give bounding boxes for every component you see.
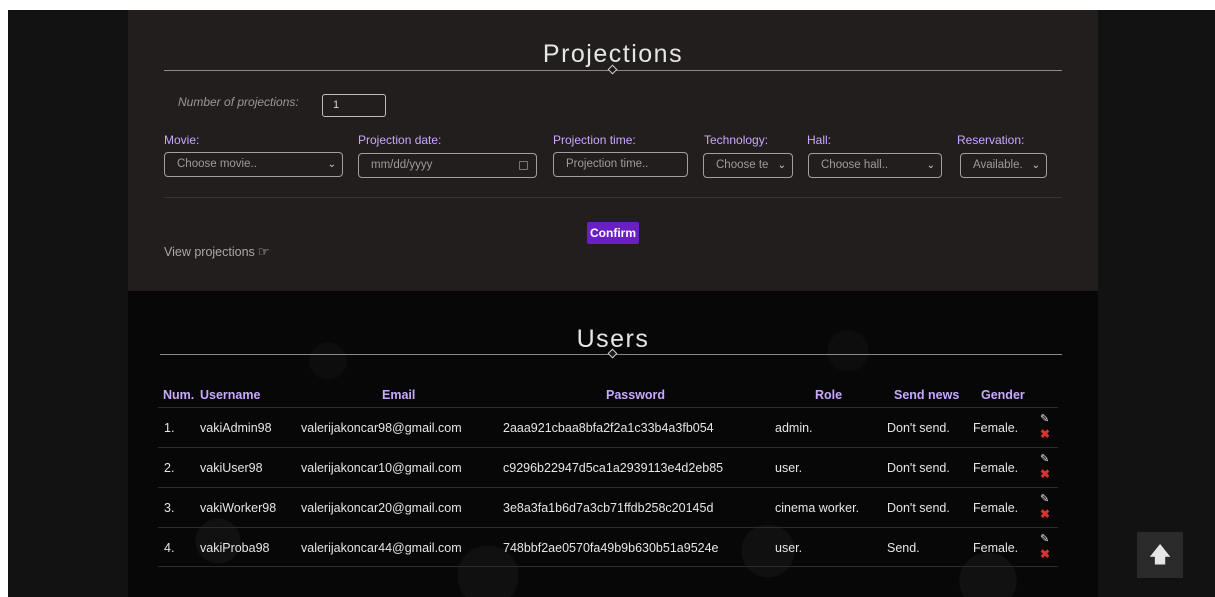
delete-icon[interactable]: ✖: [1040, 507, 1050, 521]
cell-send-news: Don't send.: [887, 501, 950, 515]
cell-username: vakiProba98: [200, 541, 270, 555]
number-of-projections-label: Number of projections:: [178, 95, 299, 109]
cell-username: vakiWorker98: [200, 501, 277, 515]
reservation-select[interactable]: Available. ⌄: [960, 153, 1047, 178]
view-projections-link[interactable]: View projections ☞: [164, 244, 269, 260]
cell-gender: Female.: [973, 461, 1019, 475]
projection-date-placeholder: mm/dd/yyyy: [371, 159, 433, 171]
confirm-button[interactable]: Confirm: [587, 222, 639, 244]
cell-email: valerijakoncar10@gmail.com: [301, 461, 462, 475]
cell-role: user.: [775, 541, 803, 555]
table-row: 3. vakiWorker98 valerijakoncar20@gmail.c…: [158, 487, 1058, 527]
delete-icon[interactable]: ✖: [1040, 427, 1050, 441]
table-row: 1. vakiAdmin98 valerijakoncar98@gmail.co…: [158, 407, 1058, 447]
col-num-header: Num.: [163, 388, 195, 402]
col-email-header: Email: [382, 388, 416, 402]
movie-select[interactable]: Choose movie.. ⌄: [164, 152, 343, 177]
cell-email: valerijakoncar20@gmail.com: [301, 501, 462, 515]
table-row: 2. vakiUser98 valerijakoncar10@gmail.com…: [158, 447, 1058, 487]
projection-time-placeholder: Projection time..: [566, 158, 649, 170]
chevron-down-icon: ⌄: [926, 160, 935, 171]
projection-time-input[interactable]: Projection time..: [553, 152, 688, 177]
col-gender-header: Gender: [981, 388, 1025, 402]
delete-icon[interactable]: ✖: [1040, 467, 1050, 481]
cell-password: 2aaa921cbaa8bfa2f2a1c33b4a3fb054: [503, 421, 714, 435]
technology-label: Technology:: [704, 133, 769, 147]
cell-password: c9296b22947d5ca1a2939113e4d2eb85: [503, 461, 724, 475]
cell-num: 2.: [164, 461, 175, 475]
reservation-select-value: Available.: [973, 159, 1023, 171]
view-projections-label: View projections: [164, 245, 255, 259]
col-username-header: Username: [200, 388, 261, 402]
cell-username: vakiUser98: [200, 461, 263, 475]
cell-role: admin.: [775, 421, 813, 435]
projections-panel: Projections Number of projections: 1 Mov…: [128, 10, 1098, 291]
movie-label: Movie:: [164, 133, 200, 147]
cell-num: 1.: [164, 421, 175, 435]
cell-gender: Female.: [973, 421, 1019, 435]
projection-date-label: Projection date:: [358, 133, 442, 147]
hall-select[interactable]: Choose hall.. ⌄: [808, 153, 942, 178]
col-role-header: Role: [815, 388, 843, 402]
cell-num: 3.: [164, 501, 175, 515]
table-row: 4. vakiProba98 valerijakoncar44@gmail.co…: [158, 527, 1058, 567]
col-password-header: Password: [606, 388, 666, 402]
projection-time-label: Projection time:: [553, 133, 636, 147]
hall-select-placeholder: Choose hall..: [821, 159, 889, 171]
movie-select-placeholder: Choose movie..: [177, 158, 257, 170]
chevron-down-icon: ⌄: [1031, 160, 1040, 171]
cell-num: 4.: [164, 541, 175, 555]
technology-select-placeholder: Choose te: [716, 159, 769, 171]
edit-icon[interactable]: ✎: [1040, 532, 1049, 545]
number-of-projections-input[interactable]: 1: [322, 94, 386, 117]
cell-send-news: Send.: [887, 541, 920, 555]
form-divider: [164, 197, 1062, 198]
hand-pointer-icon: ☞: [257, 244, 270, 259]
cell-email: valerijakoncar98@gmail.com: [301, 421, 462, 435]
cell-send-news: Don't send.: [887, 421, 950, 435]
cell-role: user.: [775, 461, 803, 475]
technology-select[interactable]: Choose te ⌄: [703, 153, 793, 178]
chevron-down-icon: ⌄: [327, 159, 336, 170]
cell-send-news: Don't send.: [887, 461, 950, 475]
cell-gender: Female.: [973, 501, 1019, 515]
cell-password: 3e8a3fa1b6d7a3cb71ffdb258c20145d: [503, 501, 714, 515]
edit-icon[interactable]: ✎: [1040, 452, 1049, 465]
edit-icon[interactable]: ✎: [1040, 412, 1049, 425]
delete-icon[interactable]: ✖: [1040, 547, 1050, 561]
hall-label: Hall:: [807, 133, 832, 147]
users-panel: Users Num. Username Email Password Role …: [128, 291, 1098, 597]
cell-password: 748bbf2ae0570fa49b9b630b51a9524e: [503, 541, 719, 555]
cell-email: valerijakoncar44@gmail.com: [301, 541, 462, 555]
cell-username: vakiAdmin98: [200, 421, 272, 435]
calendar-icon[interactable]: [519, 161, 528, 170]
scroll-to-top-button[interactable]: 🡅: [1137, 532, 1183, 578]
chevron-down-icon: ⌄: [777, 160, 786, 171]
page-frame: Projections Number of projections: 1 Mov…: [8, 10, 1215, 597]
cell-role: cinema worker.: [775, 501, 860, 515]
cell-gender: Female.: [973, 541, 1019, 555]
projection-date-input[interactable]: mm/dd/yyyy: [358, 153, 537, 178]
edit-icon[interactable]: ✎: [1040, 492, 1049, 505]
arrow-up-icon: 🡅: [1148, 542, 1172, 567]
col-send-news-header: Send news: [894, 388, 960, 402]
reservation-label: Reservation:: [957, 133, 1025, 147]
